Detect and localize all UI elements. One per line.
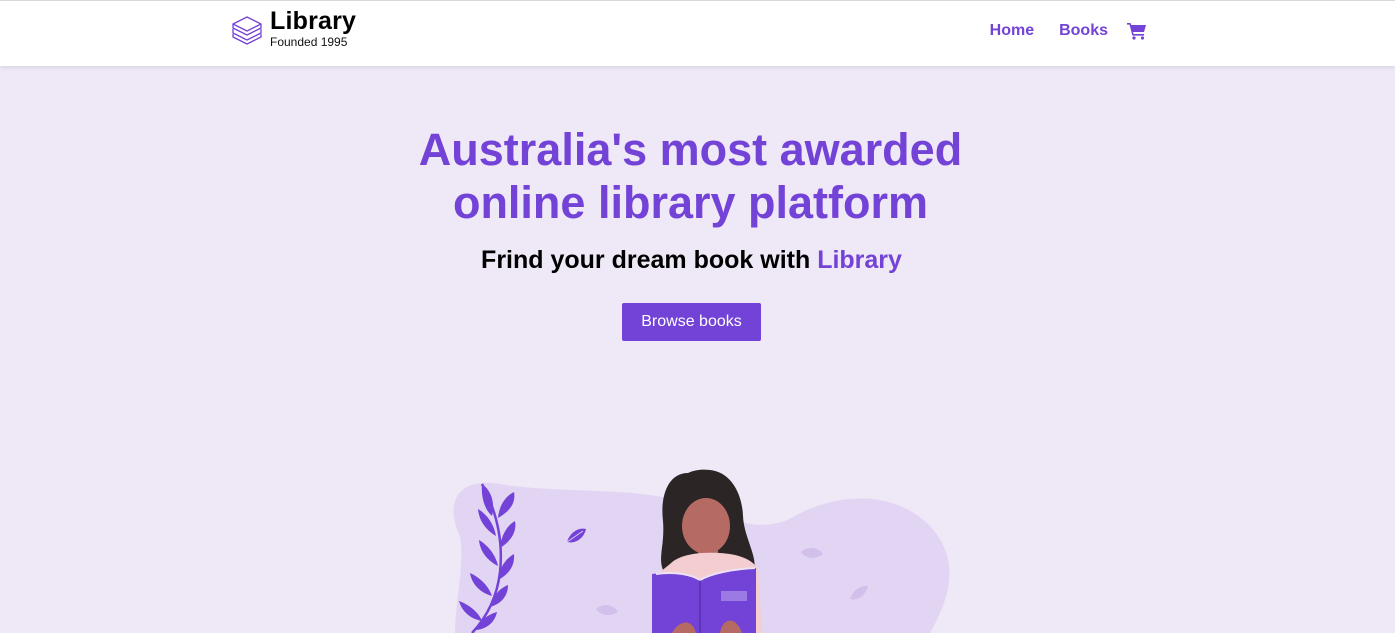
hero-section: Australia's most awarded online library … [0,66,1395,633]
navbar: Library Founded 1995 Home Books [0,0,1395,66]
reading-woman-illustration [453,469,950,633]
shopping-cart-icon[interactable] [1127,22,1147,40]
logo-title: Library [270,7,357,35]
nav-link-home[interactable]: Home [990,22,1034,40]
woman-reading [652,469,762,633]
nav-links: Home Books [965,22,1147,40]
logo-subtitle: Founded 1995 [270,35,348,49]
books-stack-icon [232,15,262,45]
logo-text: Library Founded 1995 [270,7,357,49]
logo-link[interactable]: Library Founded 1995 [230,9,356,48]
nav-link-books[interactable]: Books [1059,22,1108,40]
